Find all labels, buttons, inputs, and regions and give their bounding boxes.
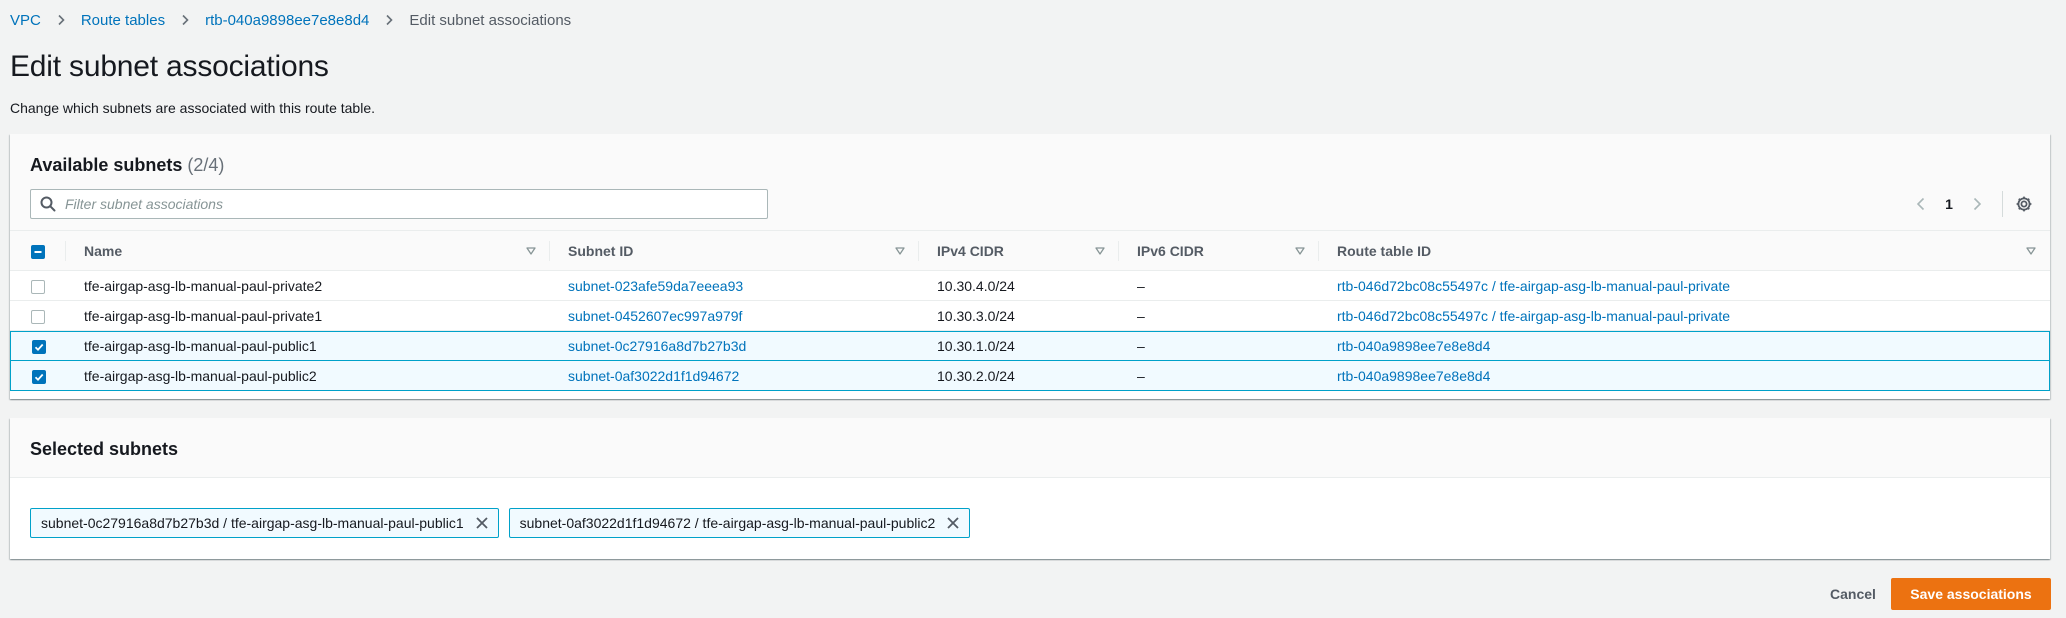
ipv4-cidr: 10.30.1.0/24 xyxy=(919,331,1119,361)
selected-subnets-title: Selected subnets xyxy=(30,439,179,459)
subnet-id-link[interactable]: subnet-0c27916a8d7b27b3d xyxy=(568,338,746,354)
next-page-button[interactable] xyxy=(1964,191,1990,217)
ipv4-cidr: 10.30.4.0/24 xyxy=(919,271,1119,301)
search-icon xyxy=(31,196,65,212)
dismiss-token-button[interactable] xyxy=(466,509,498,537)
filter-box xyxy=(30,189,768,219)
token-label: subnet-0af3022d1f1d94672 / tfe-airgap-as… xyxy=(519,515,936,531)
available-subnets-header: Available subnets (2/4) 1 xyxy=(10,134,2050,231)
row-checkbox[interactable] xyxy=(31,309,45,324)
subnet-name: tfe-airgap-asg-lb-manual-paul-private2 xyxy=(66,271,550,301)
breadcrumb-link-route-table[interactable]: rtb-040a9898ee7e8e8d4 xyxy=(205,12,369,29)
close-icon xyxy=(475,517,488,529)
token-label: subnet-0c27916a8d7b27b3d / tfe-airgap-as… xyxy=(41,515,464,531)
cancel-button[interactable]: Cancel xyxy=(1810,578,1896,610)
ipv6-cidr: – xyxy=(1119,361,1319,391)
select-all-checkbox[interactable] xyxy=(31,244,45,259)
selected-subnet-token: subnet-0c27916a8d7b27b3d / tfe-airgap-as… xyxy=(30,508,499,538)
subnets-table: Name Subnet ID IPv4 CIDR IPv6 CIDR Route… xyxy=(10,231,2050,391)
row-checkbox[interactable] xyxy=(31,279,45,294)
column-header-route-table-id[interactable]: Route table ID xyxy=(1319,231,2050,271)
breadcrumb-current: Edit subnet associations xyxy=(409,11,572,29)
route-table-link[interactable]: rtb-040a9898ee7e8e8d4 xyxy=(1337,368,1490,384)
gear-icon xyxy=(2016,196,2032,212)
page-title: Edit subnet associations xyxy=(10,50,329,83)
ipv4-cidr: 10.30.3.0/24 xyxy=(919,301,1119,331)
row-checkbox-checked[interactable] xyxy=(31,340,46,355)
chevron-right-icon xyxy=(383,14,395,26)
selected-subnets-header: Selected subnets xyxy=(10,418,2050,478)
subnet-id-link[interactable]: subnet-0452607ec997a979f xyxy=(568,308,742,324)
column-header-label: Route table ID xyxy=(1337,242,1432,259)
table-row[interactable]: tfe-airgap-asg-lb-manual-paul-private1 s… xyxy=(10,301,2050,331)
sort-caret-icon xyxy=(526,246,536,255)
selection-counter: (2/4) xyxy=(187,155,225,175)
ipv6-cidr: – xyxy=(1119,301,1319,331)
column-header-label: Name xyxy=(84,242,123,259)
column-header-label: Subnet ID xyxy=(568,242,634,259)
route-table-link[interactable]: rtb-046d72bc08c55497c / tfe-airgap-asg-l… xyxy=(1337,308,1730,324)
preferences-button[interactable] xyxy=(2011,191,2037,217)
chevron-right-icon xyxy=(179,14,191,26)
divider xyxy=(2002,191,2003,217)
close-icon xyxy=(947,517,959,529)
ipv6-cidr: – xyxy=(1119,331,1319,361)
dismiss-token-button[interactable] xyxy=(937,509,969,537)
table-row-selected[interactable]: tfe-airgap-asg-lb-manual-paul-public2 su… xyxy=(10,361,2050,391)
page-number[interactable]: 1 xyxy=(1934,196,1964,212)
sort-caret-icon xyxy=(2026,246,2036,255)
column-header-subnet-id[interactable]: Subnet ID xyxy=(550,231,919,271)
token-group: subnet-0c27916a8d7b27b3d / tfe-airgap-as… xyxy=(30,508,971,538)
selected-subnet-token: subnet-0af3022d1f1d94672 / tfe-airgap-as… xyxy=(508,508,971,538)
table-header-row: Name Subnet ID IPv4 CIDR IPv6 CIDR Route… xyxy=(10,231,2050,271)
chevron-left-icon xyxy=(1916,197,1925,211)
filter-input[interactable] xyxy=(65,190,767,218)
sort-caret-icon xyxy=(895,246,905,255)
subnet-name: tfe-airgap-asg-lb-manual-paul-public2 xyxy=(66,361,550,391)
route-table-link[interactable]: rtb-046d72bc08c55497c / tfe-airgap-asg-l… xyxy=(1337,278,1730,294)
breadcrumb: VPC Route tables rtb-040a9898ee7e8e8d4 E… xyxy=(10,9,571,31)
available-subnets-panel: Available subnets (2/4) 1 xyxy=(10,134,2050,399)
subnet-id-link[interactable]: subnet-023afe59da7eeea93 xyxy=(568,278,743,294)
subnet-name: tfe-airgap-asg-lb-manual-paul-public1 xyxy=(66,331,550,361)
chevron-right-icon xyxy=(55,14,67,26)
subnet-id-link[interactable]: subnet-0af3022d1f1d94672 xyxy=(568,368,739,384)
row-checkbox-checked[interactable] xyxy=(31,369,46,384)
ipv6-cidr: – xyxy=(1119,271,1319,301)
page-description: Change which subnets are associated with… xyxy=(10,100,375,116)
breadcrumb-link-route-tables[interactable]: Route tables xyxy=(81,12,165,29)
ipv4-cidr: 10.30.2.0/24 xyxy=(919,361,1119,391)
breadcrumb-link-vpc[interactable]: VPC xyxy=(10,12,41,29)
available-subnets-title: Available subnets (2/4) xyxy=(30,155,224,176)
available-subnets-title-text: Available subnets xyxy=(30,155,183,175)
pagination: 1 xyxy=(1908,191,1990,217)
column-header-name[interactable]: Name xyxy=(66,231,550,271)
chevron-right-icon xyxy=(1973,197,1982,211)
selected-subnets-panel: Selected subnets subnet-0c27916a8d7b27b3… xyxy=(10,418,2050,559)
table-row-selected[interactable]: tfe-airgap-asg-lb-manual-paul-public1 su… xyxy=(10,331,2050,361)
column-header-ipv4-cidr[interactable]: IPv4 CIDR xyxy=(919,231,1119,271)
sort-caret-icon xyxy=(1295,246,1305,255)
save-associations-button[interactable]: Save associations xyxy=(1891,578,2051,610)
subnet-name: tfe-airgap-asg-lb-manual-paul-private1 xyxy=(66,301,550,331)
select-all-header xyxy=(10,231,66,271)
route-table-link[interactable]: rtb-040a9898ee7e8e8d4 xyxy=(1337,338,1490,354)
column-header-label: IPv4 CIDR xyxy=(937,242,1004,259)
column-header-label: IPv6 CIDR xyxy=(1137,242,1204,259)
sort-caret-icon xyxy=(1095,246,1105,255)
table-row[interactable]: tfe-airgap-asg-lb-manual-paul-private2 s… xyxy=(10,271,2050,301)
previous-page-button[interactable] xyxy=(1908,191,1934,217)
column-header-ipv6-cidr[interactable]: IPv6 CIDR xyxy=(1119,231,1319,271)
